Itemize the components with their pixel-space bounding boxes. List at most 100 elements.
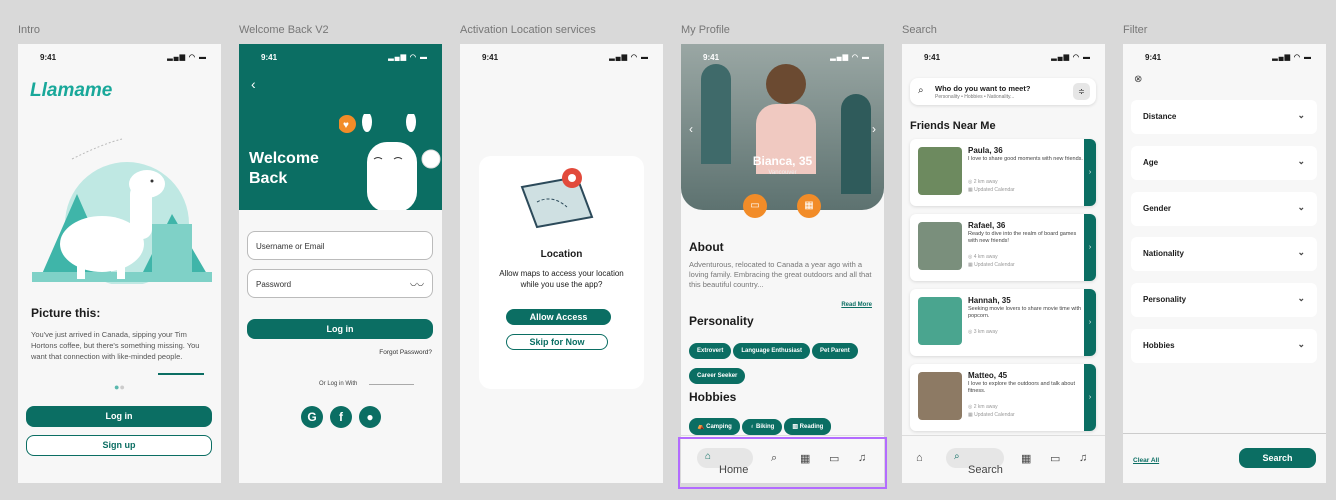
filter-row-hobbies[interactable]: Hobbies ⌄ xyxy=(1131,329,1317,363)
photo-door xyxy=(701,64,731,164)
person-desc: Seeking movie lovers to share movie time… xyxy=(968,306,1082,319)
calendar-text: Updated Calendar xyxy=(974,262,1015,268)
profile-place: Vancouver xyxy=(768,170,797,176)
chevron-down-icon: ⌄ xyxy=(1297,202,1305,212)
personality-chip[interactable]: Career Seeker xyxy=(689,368,746,384)
search-screen: 9:41 ▂▄▆ ◠ ▬ ⌕ Who do you want to meet? P… xyxy=(902,44,1105,483)
location-card: Location Allow maps to access your locat… xyxy=(479,156,644,389)
filter-screen: 9:41 ▂▄▆ ◠ ▬ ⊗ Distance ⌄ Age ⌄ Gender ⌄ Nat… xyxy=(1123,44,1326,483)
allow-access-button[interactable]: Allow Access xyxy=(506,309,611,325)
read-more-link[interactable]: Read More xyxy=(841,302,872,308)
hobby-chip-camping[interactable]: ⛺ Camping xyxy=(689,418,740,435)
chevron-down-icon: ⌄ xyxy=(1297,293,1305,303)
nav-search[interactable]: ⌕ Search xyxy=(946,448,1004,476)
chevron-down-icon: ⌄ xyxy=(1297,339,1305,349)
profile-name: Bianca, 35 xyxy=(752,154,813,168)
card-arrow-icon[interactable]: › xyxy=(1084,214,1096,281)
bell-icon[interactable]: ♫ xyxy=(1079,452,1087,464)
status-bar: 9:41 ▂▄▆ ◠ ▬ xyxy=(681,53,884,65)
status-icons: ▂▄▆ ◠ ▬ xyxy=(609,54,649,61)
home-icon[interactable]: ⌂ xyxy=(916,452,923,464)
clear-all-link[interactable]: Clear All xyxy=(1133,457,1159,464)
calendar-text: Updated Calendar xyxy=(974,412,1015,418)
hobby-label: Camping xyxy=(706,424,732,430)
google-login-button[interactable]: G xyxy=(301,406,323,428)
filter-row-age[interactable]: Age ⌄ xyxy=(1131,146,1317,180)
frame-label-intro: Intro xyxy=(18,24,41,36)
login-button[interactable]: Log in xyxy=(247,319,433,339)
calendar-icon[interactable]: ▦ xyxy=(797,194,821,218)
signup-button[interactable]: Sign up xyxy=(26,435,212,456)
username-placeholder: Username or Email xyxy=(256,242,325,251)
status-bar: 9:41 ▂▄▆ ◠ ▬ xyxy=(239,53,442,65)
search-question: Who do you want to meet? xyxy=(935,84,1031,93)
hobby-label: Biking xyxy=(755,424,775,430)
nav-search-label: Search xyxy=(968,464,1003,476)
about-title: About xyxy=(689,240,724,254)
calendar-text: Updated Calendar xyxy=(974,187,1015,193)
distance-text: 2 km away xyxy=(973,404,998,410)
distance-text: 3 km away xyxy=(973,329,998,335)
location-body: Allow maps to access your location while… xyxy=(499,269,624,289)
forgot-password-link[interactable]: Forgot Password? xyxy=(379,349,432,356)
hobby-chip-biking[interactable]: ♁ Biking xyxy=(741,419,783,435)
card-arrow-icon[interactable]: › xyxy=(1084,289,1096,356)
search-button[interactable]: Search xyxy=(1239,448,1316,468)
filter-label: Personality xyxy=(1143,295,1187,304)
intro-heading: Picture this: xyxy=(31,306,101,320)
chat-icon[interactable]: ▭ xyxy=(743,194,767,218)
welcome-title-line2: Back xyxy=(249,170,288,187)
status-icons: ▂▄▆ ◠ ▬ xyxy=(830,54,870,61)
llama-head-illustration: ♥ xyxy=(339,114,441,210)
password-field[interactable]: Password ◡◡ xyxy=(247,269,433,298)
person-desc: I love to explore the outdoors and talk … xyxy=(968,381,1076,394)
skip-button[interactable]: Skip for Now xyxy=(506,334,608,350)
eye-closed-icon[interactable]: ◡◡ xyxy=(410,278,424,287)
search-bar[interactable]: ⌕ Who do you want to meet? Personality •… xyxy=(910,78,1096,105)
back-icon[interactable]: ‹ xyxy=(251,76,256,92)
filter-row-nationality[interactable]: Nationality ⌄ xyxy=(1131,237,1317,271)
photo-door xyxy=(841,94,871,194)
login-button[interactable]: Log in xyxy=(26,406,212,427)
personality-chip[interactable]: Pet Parent xyxy=(812,343,858,359)
prev-photo-icon[interactable]: ‹ xyxy=(689,122,693,136)
filter-row-distance[interactable]: Distance ⌄ xyxy=(1131,100,1317,134)
profile-photo: Bianca, 35 Vancouver ‹ › xyxy=(681,44,884,210)
profile-screen: Bianca, 35 Vancouver ‹ › 9:41 ▂▄▆ ◠ ▬ ▭ ▦… xyxy=(681,44,884,483)
person-card[interactable]: Paula, 36 I love to share good moments w… xyxy=(910,139,1096,206)
filter-sliders-icon[interactable]: ≑ xyxy=(1073,83,1090,100)
person-card[interactable]: Hannah, 35 Seeking movie lovers to share… xyxy=(910,289,1096,356)
close-icon[interactable]: ⊗ xyxy=(1134,74,1142,85)
person-card[interactable]: Matteo, 45 I love to explore the outdoor… xyxy=(910,364,1096,431)
frame-label-profile: My Profile xyxy=(681,24,730,36)
messages-icon[interactable]: ▭ xyxy=(1050,452,1060,465)
frame-label-filter: Filter xyxy=(1123,24,1148,36)
hobby-chip-reading[interactable]: ▥ Reading xyxy=(784,418,832,435)
password-placeholder: Password xyxy=(256,280,292,289)
filter-row-personality[interactable]: Personality ⌄ xyxy=(1131,283,1317,317)
nav-highlight-frame xyxy=(678,437,887,489)
personality-chip[interactable]: Extrovert xyxy=(689,343,732,359)
status-icons: ▂▄▆ ◠ ▬ xyxy=(1272,54,1312,61)
frame-label-welcome: Welcome Back V2 xyxy=(239,24,329,36)
search-icon: ⌕ xyxy=(954,451,960,462)
person-calendar: ▦ Updated Calendar xyxy=(968,262,1015,268)
progress-line xyxy=(158,373,204,375)
footer-divider xyxy=(1123,433,1326,434)
person-card[interactable]: Rafael, 36 Ready to dive into the realm … xyxy=(910,214,1096,281)
card-arrow-icon[interactable]: › xyxy=(1084,139,1096,206)
facebook-login-button[interactable]: f xyxy=(330,406,352,428)
status-time: 9:41 xyxy=(482,53,499,62)
person-desc: I love to share good moments with new fr… xyxy=(968,156,1083,162)
card-arrow-icon[interactable]: › xyxy=(1084,364,1096,431)
person-photo xyxy=(918,372,962,420)
welcome-title: Welcome Back xyxy=(249,149,319,189)
filter-row-gender[interactable]: Gender ⌄ xyxy=(1131,192,1317,226)
apple-login-button[interactable]: ● xyxy=(359,406,381,428)
next-photo-icon[interactable]: › xyxy=(872,122,876,136)
distance-text: 4 km away xyxy=(973,254,998,260)
calendar-icon[interactable]: ▦ xyxy=(1021,452,1031,465)
username-field[interactable]: Username or Email xyxy=(247,231,433,260)
apple-icon: ● xyxy=(366,410,374,424)
personality-chip[interactable]: Language Enthusiast xyxy=(733,343,811,359)
